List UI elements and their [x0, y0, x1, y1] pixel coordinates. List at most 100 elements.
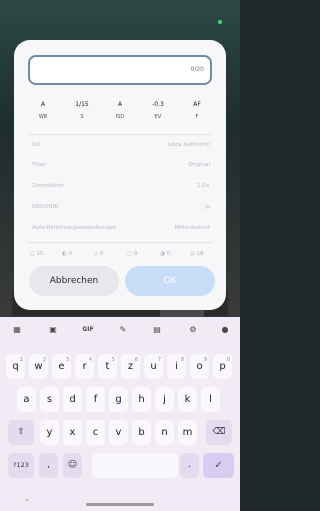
preset-name-input[interactable]: 0/20 [28, 55, 212, 85]
on-screen-keyboard: ▦ ▣ GIF ✎ ▤ ⚙ ● [0, 317, 240, 511]
magic-wand-icon[interactable]: ✎ [114, 323, 132, 337]
key-hint: 5 [111, 357, 115, 363]
setting-row-style: Stil Leica Authentic [32, 140, 210, 150]
key-label: g [115, 394, 122, 405]
count-item: ◻ 15 [30, 251, 44, 257]
param-shutter: 1/15 S [67, 100, 97, 122]
sticker-icon[interactable]: ▣ [44, 323, 62, 337]
key-f[interactable]: f [86, 387, 105, 412]
key-k[interactable]: k [178, 387, 197, 412]
key-label: q [12, 361, 19, 372]
key-hint: 3 [65, 357, 69, 363]
key-label: k [184, 394, 191, 405]
grid-icon[interactable]: ▦ [8, 323, 26, 337]
key-r[interactable]: r4 [75, 354, 94, 379]
param-value: 1/15 [75, 101, 89, 108]
enter-key[interactable]: ✓ [203, 453, 234, 478]
setting-label: Filter [32, 162, 46, 168]
key-w[interactable]: w2 [29, 354, 48, 379]
count-item: ◑ 0 [160, 251, 171, 257]
key-hint: 2 [42, 357, 46, 363]
key-hint: 7 [157, 357, 161, 363]
period-key[interactable]: . [180, 453, 199, 478]
key-y[interactable]: y [40, 420, 59, 445]
microphone-icon[interactable]: ● [216, 323, 234, 337]
privacy-indicator-dot [218, 20, 222, 24]
param-key: WB [38, 114, 48, 120]
space-bar[interactable] [92, 453, 178, 478]
backspace-key[interactable]: ⌫ [206, 420, 232, 445]
key-j[interactable]: j [155, 387, 174, 412]
key-z[interactable]: z6 [121, 354, 140, 379]
hide-keyboard-icon[interactable]: ⌄ [24, 495, 30, 503]
setting-label: DRO/HDR [32, 204, 59, 210]
clipboard-icon[interactable]: ▤ [148, 323, 166, 337]
key-label: f [93, 394, 98, 405]
key-label: j [163, 394, 166, 405]
key-n[interactable]: n [155, 420, 174, 445]
key-label: x [69, 427, 76, 438]
character-counter: 0/20 [190, 66, 204, 73]
key-label: e [58, 361, 65, 372]
key-x[interactable]: x [63, 420, 82, 445]
param-value: A [117, 101, 123, 108]
divider [28, 134, 212, 135]
key-q[interactable]: q1 [6, 354, 25, 379]
param-value: -0.3 [152, 101, 164, 108]
setting-label: Auto-Belichtungseinstellungen [32, 225, 117, 231]
setting-row-zoom: Zoomfaktor 1.0× [32, 181, 210, 191]
ok-button[interactable]: OK [125, 266, 215, 296]
key-hint: 6 [134, 357, 138, 363]
gesture-bar[interactable] [86, 503, 154, 506]
key-label: b [138, 427, 145, 438]
key-hint: 1 [19, 357, 23, 363]
cancel-button[interactable]: Abbrechen [29, 266, 119, 296]
key-v[interactable]: v [109, 420, 128, 445]
comma-key[interactable]: , [39, 453, 58, 478]
setting-value: Leica Authentic [167, 142, 211, 148]
setting-row-dro: DRO/HDR Ja [32, 202, 210, 212]
setting-value: Mittenbetont [174, 225, 211, 231]
key-l[interactable]: l [201, 387, 220, 412]
key-u[interactable]: u7 [144, 354, 163, 379]
key-p[interactable]: p0 [213, 354, 232, 379]
emoji-key[interactable]: ☺ [63, 453, 82, 478]
key-label: y [46, 427, 53, 438]
key-label: c [92, 427, 99, 438]
shift-key[interactable]: ⇧ [8, 420, 34, 445]
setting-value: Ja [205, 204, 210, 210]
key-s[interactable]: s [40, 387, 59, 412]
param-wb: A WB [28, 100, 58, 122]
key-t[interactable]: t5 [98, 354, 117, 379]
key-label: t [105, 361, 110, 372]
key-label: i [175, 361, 178, 372]
key-hint: 4 [88, 357, 92, 363]
key-g[interactable]: g [109, 387, 128, 412]
setting-label: Zoomfaktor [32, 183, 65, 189]
key-o[interactable]: o9 [190, 354, 209, 379]
key-i[interactable]: i8 [167, 354, 186, 379]
key-d[interactable]: d [63, 387, 82, 412]
key-e[interactable]: e3 [52, 354, 71, 379]
settings-icon[interactable]: ⚙ [184, 323, 202, 337]
key-m[interactable]: m [178, 420, 197, 445]
param-value: A [40, 101, 46, 108]
param-key: S [80, 114, 84, 120]
key-a[interactable]: a [17, 387, 36, 412]
key-h[interactable]: h [132, 387, 151, 412]
symbols-key[interactable]: ?123 [8, 453, 34, 478]
key-label: r [82, 361, 87, 372]
setting-value: 1.0× [196, 183, 210, 189]
count-item: ◇ 0 [94, 251, 104, 257]
key-b[interactable]: b [132, 420, 151, 445]
param-iso: A ISO [105, 100, 135, 122]
gif-button[interactable]: GIF [79, 323, 97, 337]
key-label: n [161, 427, 168, 438]
setting-value: Original [188, 162, 210, 168]
key-label: u [150, 361, 157, 372]
key-label: h [138, 394, 145, 405]
parameter-summary: A WB 1/15 S A ISO -0.3 EV AF F [28, 100, 212, 126]
key-c[interactable]: c [86, 420, 105, 445]
key-hint: 8 [180, 357, 184, 363]
param-value: AF [193, 101, 201, 108]
